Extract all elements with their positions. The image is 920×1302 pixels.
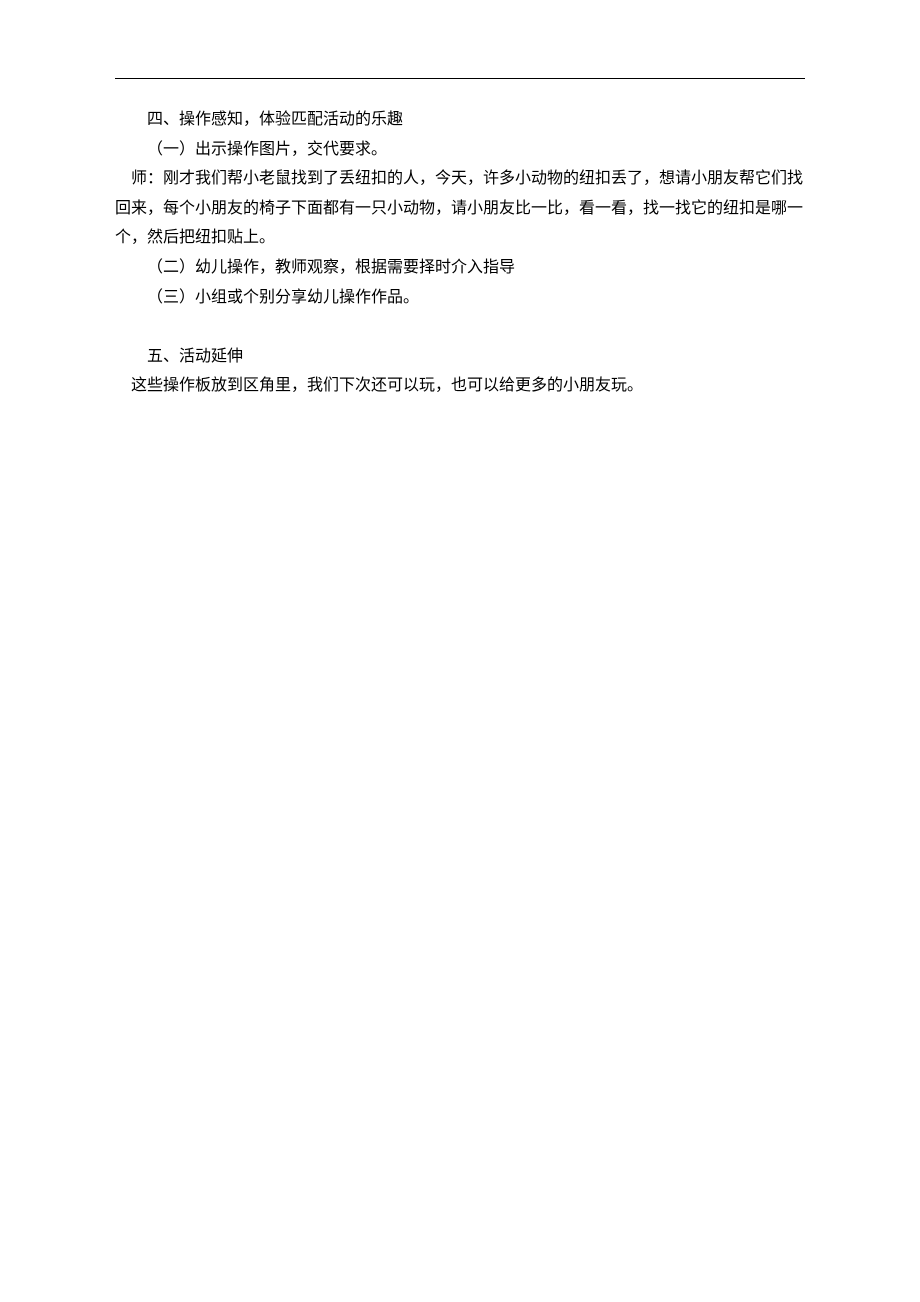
section-4-sub-2: （二）幼儿操作，教师观察，根据需要择时介入指导 (115, 253, 805, 283)
section-5-heading: 五、活动延伸 (115, 342, 805, 372)
paragraph-spacer (115, 312, 805, 342)
section-5-body: 这些操作板放到区角里，我们下次还可以玩，也可以给更多的小朋友玩。 (115, 371, 805, 401)
section-4-heading: 四、操作感知，体验匹配活动的乐趣 (115, 105, 805, 135)
section-4-sub-3: （三）小组或个别分享幼儿操作作品。 (115, 283, 805, 313)
horizontal-rule (115, 78, 805, 79)
section-4-sub-1: （一）出示操作图片，交代要求。 (115, 135, 805, 165)
document-body: 四、操作感知，体验匹配活动的乐趣 （一）出示操作图片，交代要求。 师：刚才我们帮… (115, 105, 805, 401)
section-4-teacher-dialogue: 师：刚才我们帮小老鼠找到了丢纽扣的人，今天，许多小动物的纽扣丢了，想请小朋友帮它… (115, 164, 805, 253)
